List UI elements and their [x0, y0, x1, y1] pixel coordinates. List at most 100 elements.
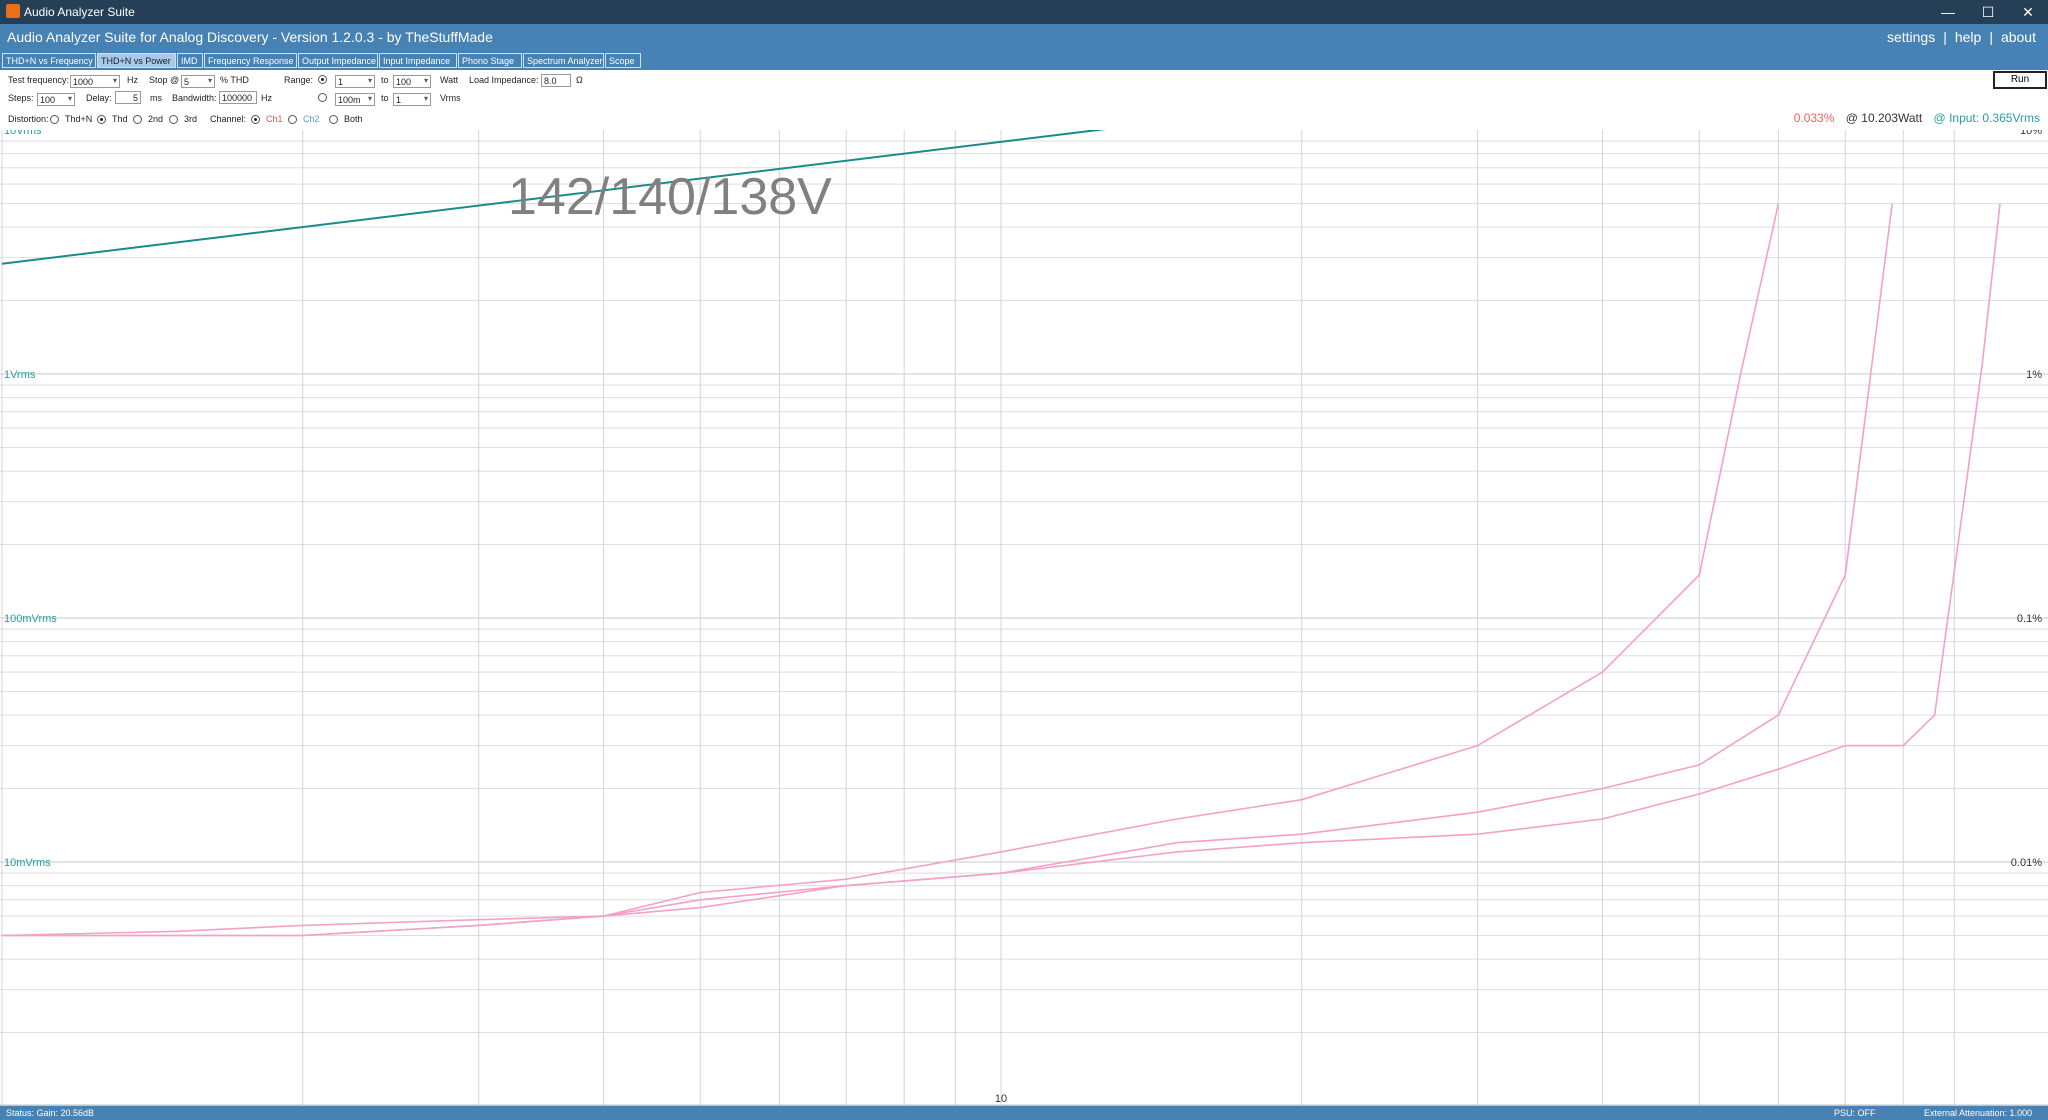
window-titlebar: Audio Analyzer Suite — ☐ ✕: [0, 0, 2048, 24]
delay-value: 5: [132, 93, 138, 103]
channel-ch1-label: Ch1: [266, 114, 283, 124]
hz-unit: Hz: [127, 75, 138, 85]
thd-curve-1: [2, 203, 1780, 937]
channel-ch2-label: Ch2: [303, 114, 320, 124]
to-label: to: [381, 75, 389, 85]
status-gain: Status: Gain: 20.56dB: [6, 1108, 95, 1118]
tab-input-impedance[interactable]: Input Impedance: [379, 53, 457, 68]
steps-combo[interactable]: 100: [37, 93, 75, 106]
window-title: Audio Analyzer Suite: [24, 5, 135, 19]
to-label-vrms: to: [381, 93, 389, 103]
measurement-readout: 0.033% @ 10.203Watt @ Input: 0.365Vrms: [1794, 111, 2040, 125]
maximize-icon[interactable]: ☐: [1972, 2, 2004, 22]
status-psu: PSU: OFF: [1834, 1108, 1876, 1118]
right-axis-label: 0.01%: [2011, 857, 2042, 869]
load-impedance-value: 8.0: [544, 76, 557, 86]
stop-combo[interactable]: 5: [181, 75, 215, 88]
distortion-thdn-label: Thd+N: [65, 114, 93, 124]
voltage-line-4: [1, 130, 1107, 265]
link-separator: |: [1943, 29, 1947, 45]
stop-label: Stop @: [149, 75, 180, 85]
plot-annotation: 142/140/138V: [508, 168, 832, 226]
test-frequency-label: Test frequency:: [8, 75, 70, 85]
input-readout: @ Input: 0.365Vrms: [1933, 111, 2040, 125]
range-watt-radio[interactable]: [318, 75, 327, 84]
thd-unit: % THD: [220, 75, 249, 85]
right-axis-label: 1%: [2026, 369, 2042, 381]
delay-input[interactable]: 5: [115, 91, 141, 104]
about-link[interactable]: about: [2001, 29, 2036, 45]
channel-both-label: Both: [344, 114, 363, 124]
app-title: Audio Analyzer Suite for Analog Discover…: [7, 29, 493, 45]
range-vrms-radio[interactable]: [318, 93, 327, 102]
load-impedance-label: Load Impedance:: [469, 75, 539, 85]
close-icon[interactable]: ✕: [2012, 2, 2044, 22]
controls-panel: Test frequency: 1000 Hz Stop @ 5 % THD R…: [0, 70, 2048, 130]
range-label: Range:: [284, 75, 314, 85]
bandwidth-label: Bandwidth:: [172, 93, 217, 103]
load-impedance-input[interactable]: 8.0: [541, 74, 571, 87]
range-to-watt-value: 100: [396, 77, 412, 87]
distortion-2nd-radio[interactable]: [133, 115, 142, 124]
channel-ch2-radio[interactable]: [288, 115, 297, 124]
help-link[interactable]: help: [1955, 29, 1981, 45]
channel-both-radio[interactable]: [329, 115, 338, 124]
x-tick-label: 10: [995, 1093, 1007, 1105]
settings-link[interactable]: settings: [1887, 29, 1935, 45]
power-readout: @ 10.203Watt: [1845, 111, 1923, 125]
range-from-vrms-value: 100m: [338, 95, 361, 105]
right-axis-label: 0.1%: [2017, 613, 2042, 625]
bandwidth-hz-unit: Hz: [261, 93, 272, 103]
tab-imd[interactable]: IMD: [177, 53, 203, 68]
vrms-unit: Vrms: [440, 93, 461, 103]
range-to-watt-combo[interactable]: 100: [393, 75, 431, 88]
test-frequency-combo[interactable]: 1000: [70, 75, 120, 88]
tab-output-impedance[interactable]: Output Impedance: [298, 53, 378, 68]
watt-unit: Watt: [440, 75, 459, 85]
app-header: Audio Analyzer Suite for Analog Discover…: [0, 24, 2048, 52]
left-axis-label: 10Vrms: [4, 130, 42, 137]
distortion-2nd-label: 2nd: [148, 114, 164, 124]
distortion-label: Distortion:: [8, 114, 49, 124]
channel-ch1-radio[interactable]: [251, 115, 260, 124]
thd-readout: 0.033%: [1793, 111, 1835, 125]
tab-spectrum-analyzer[interactable]: Spectrum Analyzer: [523, 53, 604, 68]
left-axis-label: 1Vrms: [4, 369, 36, 381]
tab-frequency-response[interactable]: Frequency Response: [204, 53, 297, 68]
channel-label: Channel:: [210, 114, 247, 124]
app-icon: [6, 4, 20, 18]
thd-power-plot[interactable]: 10Vrms 1Vrms 100mVrms 10mVrms 10% 1% 0.1% 0.01%…: [0, 130, 2048, 1106]
bandwidth-input[interactable]: 100000: [219, 91, 257, 104]
status-bar: Status: Gain: 20.56dB PSU: OFF External …: [0, 1106, 2048, 1120]
steps-label: Steps:: [8, 93, 34, 103]
header-links: settings | help | about: [1883, 29, 2040, 45]
distortion-thdn-radio[interactable]: [50, 115, 59, 124]
status-attenuation: External Attenuation: 1.000: [1924, 1108, 2033, 1118]
tab-scope[interactable]: Scope: [605, 53, 641, 68]
link-separator: |: [1989, 29, 1993, 45]
range-from-watt-combo[interactable]: 1: [335, 75, 375, 88]
distortion-3rd-label: 3rd: [184, 114, 198, 124]
ms-unit: ms: [150, 93, 162, 103]
tab-thdn-vs-frequency[interactable]: THD+N vs Frequency: [2, 53, 96, 68]
thd-curve-2: [1, 203, 1893, 937]
minimize-icon[interactable]: —: [1932, 2, 1964, 22]
run-button[interactable]: Run: [1993, 71, 2047, 89]
distortion-3rd-radio[interactable]: [169, 115, 178, 124]
range-to-vrms-combo[interactable]: 1: [393, 93, 431, 106]
tab-thdn-vs-power[interactable]: THD+N vs Power: [97, 53, 176, 68]
test-frequency-value: 1000: [73, 77, 94, 87]
delay-label: Delay:: [86, 93, 112, 103]
left-axis-label: 10mVrms: [4, 857, 51, 869]
distortion-thd-label: Thd: [112, 114, 128, 124]
range-from-watt-value: 1: [338, 77, 344, 87]
left-axis-label: 100mVrms: [4, 613, 57, 625]
ohm-unit: Ω: [576, 75, 583, 85]
distortion-thd-radio[interactable]: [97, 115, 106, 124]
range-to-vrms-value: 1: [396, 95, 402, 105]
right-axis-label: 10%: [2020, 130, 2042, 137]
range-from-vrms-combo[interactable]: 100m: [335, 93, 375, 106]
tab-phono-stage[interactable]: Phono Stage: [458, 53, 522, 68]
stop-value: 5: [184, 77, 190, 87]
plot-grid: [0, 130, 2048, 1106]
